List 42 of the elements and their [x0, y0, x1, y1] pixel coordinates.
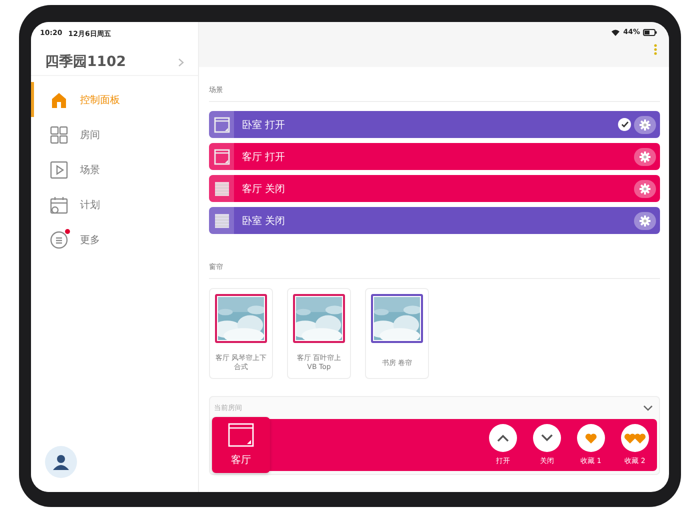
curtain-icon: [214, 212, 230, 228]
chevron-down-icon: [541, 434, 553, 442]
scene-label: 卧室 打开: [241, 118, 286, 132]
play-icon: [50, 160, 68, 178]
action-button[interactable]: [489, 424, 517, 452]
wifi-icon: [611, 28, 620, 36]
nav-item[interactable]: 场景: [31, 152, 198, 187]
home-name: 四季园1102: [45, 53, 126, 71]
grid-icon: [50, 126, 68, 144]
person-icon: [52, 453, 70, 471]
avatar[interactable]: [45, 446, 77, 478]
settings-icon[interactable]: [639, 118, 651, 130]
two-hearts-icon: [624, 432, 646, 444]
settings-icon[interactable]: [639, 150, 651, 162]
nav-item[interactable]: 更多: [31, 222, 198, 257]
battery-icon: [643, 28, 657, 36]
calendar-icon: [50, 196, 68, 214]
settings-icon[interactable]: [639, 182, 651, 194]
nav-item[interactable]: 房间: [31, 117, 198, 152]
action-button[interactable]: [533, 424, 561, 452]
window-icon: [214, 116, 230, 132]
scene-row[interactable]: 客厅 关闭: [209, 175, 660, 202]
nav-item[interactable]: 计划: [31, 187, 198, 222]
action-button[interactable]: [621, 424, 649, 452]
home-icon: [50, 90, 68, 108]
scene-label: 客厅 关闭: [241, 182, 286, 196]
scene-label: 卧室 关闭: [241, 214, 286, 228]
curtain-icon: [214, 180, 230, 196]
chevron-up-icon: [497, 434, 509, 442]
more-icon: [50, 230, 68, 248]
heart-icon: [585, 432, 597, 444]
action-button[interactable]: [577, 424, 605, 452]
window-icon: [214, 148, 230, 164]
scene-label: 客厅 打开: [241, 150, 286, 164]
settings-icon[interactable]: [639, 214, 651, 226]
room-tile[interactable]: 客厅: [212, 417, 270, 473]
nav-item[interactable]: 控制面板: [31, 82, 198, 117]
window-icon: [228, 423, 254, 447]
scene-row[interactable]: 卧室 关闭: [209, 207, 660, 234]
scene-row[interactable]: 客厅 打开: [209, 143, 660, 170]
scene-row[interactable]: 卧室 打开: [209, 111, 660, 138]
chevron-down-icon[interactable]: [643, 405, 653, 411]
